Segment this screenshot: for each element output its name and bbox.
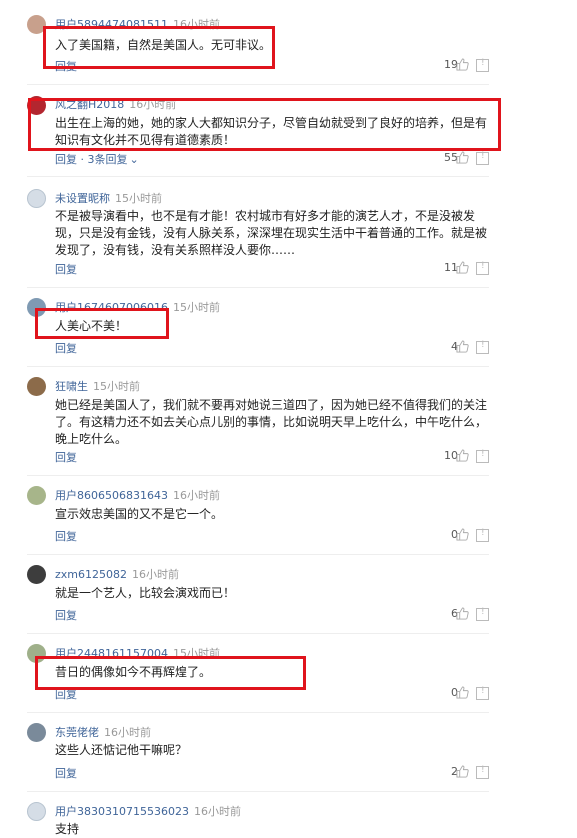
comment-meta: 东莞佬佬 16小时前: [55, 724, 151, 740]
comment-text: 她已经是美国人了，我们就不要再对她说三道四了，因为她已经不值得我们的关注了。有这…: [55, 398, 488, 446]
report-icon[interactable]: [476, 528, 489, 542]
like-count: 11: [444, 261, 458, 274]
report-icon[interactable]: [476, 686, 489, 700]
reply-button[interactable]: 回复: [55, 765, 77, 781]
thumbs-up-icon[interactable]: [456, 449, 469, 462]
comment-text: 宣示效忠美国的又不是它一个。: [55, 507, 224, 521]
username[interactable]: 用户3830310715536023: [55, 805, 189, 818]
thumbs-up-icon[interactable]: [456, 261, 469, 274]
like-count: 19: [444, 58, 458, 71]
timestamp: 16小时前: [132, 568, 179, 581]
divider: [27, 475, 489, 476]
avatar[interactable]: [27, 565, 46, 584]
chevron-down-icon[interactable]: ⌄: [130, 153, 139, 166]
username[interactable]: 用户8606506831643: [55, 489, 168, 502]
comment-text: 不是被导演看中，也不是有才能！农村城市有好多才能的演艺人才，不是没被发现，只是没…: [55, 209, 488, 257]
thumbs-up-icon[interactable]: [456, 607, 469, 620]
comment-text: 这些人还惦记他干嘛呢？: [55, 743, 188, 757]
avatar[interactable]: [27, 189, 46, 208]
timestamp: 15小时前: [115, 192, 162, 205]
avatar[interactable]: [27, 723, 46, 742]
username[interactable]: 狂啸生: [55, 380, 88, 393]
highlight-box: [35, 308, 169, 339]
report-icon[interactable]: [476, 449, 489, 463]
like-count: 4: [451, 340, 458, 353]
avatar[interactable]: [27, 486, 46, 505]
timestamp: 16小时前: [172, 489, 220, 502]
comment-meta: 用户3830310715536023 16小时前: [55, 803, 241, 819]
report-icon[interactable]: [476, 765, 489, 779]
thumbs-up-icon[interactable]: [456, 58, 469, 71]
comment-meta: 用户8606506831643 16小时前: [55, 487, 220, 503]
thumbs-up-icon[interactable]: [456, 765, 469, 778]
report-icon[interactable]: [476, 151, 489, 165]
view-replies-link[interactable]: · 3条回复: [77, 153, 127, 166]
divider: [27, 633, 489, 634]
comment-meta: zxm6125082 16小时前: [55, 566, 179, 582]
timestamp: 16小时前: [193, 805, 241, 818]
avatar[interactable]: [27, 377, 46, 396]
like-count: 0: [451, 686, 458, 699]
divider: [27, 791, 489, 792]
report-icon[interactable]: [476, 607, 489, 621]
like-count: 10: [444, 449, 458, 462]
thumbs-up-icon[interactable]: [456, 528, 469, 541]
thumbs-up-icon[interactable]: [456, 340, 469, 353]
divider: [27, 287, 489, 288]
reply-button[interactable]: 回复: [55, 528, 77, 544]
divider: [27, 366, 489, 367]
reply-button[interactable]: 回复: [55, 607, 77, 623]
timestamp: 15小时前: [172, 301, 220, 314]
like-count: 55: [444, 151, 458, 164]
username[interactable]: 未设置昵称: [55, 192, 110, 205]
highlight-box: [35, 656, 306, 690]
comment-meta: 狂啸生 15小时前: [55, 378, 140, 394]
report-icon[interactable]: [476, 340, 489, 354]
like-count: 0: [451, 528, 458, 541]
thumbs-up-icon[interactable]: [456, 151, 469, 164]
timestamp: 15小时前: [93, 380, 140, 393]
comment-text: 就是一个艺人，比较会演戏而已！: [55, 586, 236, 600]
thumbs-up-icon[interactable]: [456, 686, 469, 699]
like-count: 6: [451, 607, 458, 620]
reply-label[interactable]: 回复: [55, 153, 77, 166]
reply-button[interactable]: 回复 · 3条回复 ⌄: [55, 151, 139, 167]
divider: [27, 712, 489, 713]
report-icon[interactable]: [476, 261, 489, 275]
reply-button[interactable]: 回复: [55, 261, 77, 277]
report-icon[interactable]: [476, 58, 489, 72]
comment-text: 支持: [55, 822, 80, 836]
avatar[interactable]: [27, 802, 46, 821]
reply-button[interactable]: 回复: [55, 340, 77, 356]
divider: [27, 84, 489, 85]
divider: [27, 554, 489, 555]
timestamp: 16小时前: [104, 726, 151, 739]
username[interactable]: zxm6125082: [55, 568, 127, 581]
highlight-box: [28, 98, 501, 151]
divider: [27, 176, 489, 177]
username[interactable]: 东莞佬佬: [55, 726, 99, 739]
highlight-box: [43, 26, 275, 69]
reply-button[interactable]: 回复: [55, 449, 77, 465]
like-count: 2: [451, 765, 458, 778]
comment-meta: 未设置昵称 15小时前: [55, 190, 162, 206]
